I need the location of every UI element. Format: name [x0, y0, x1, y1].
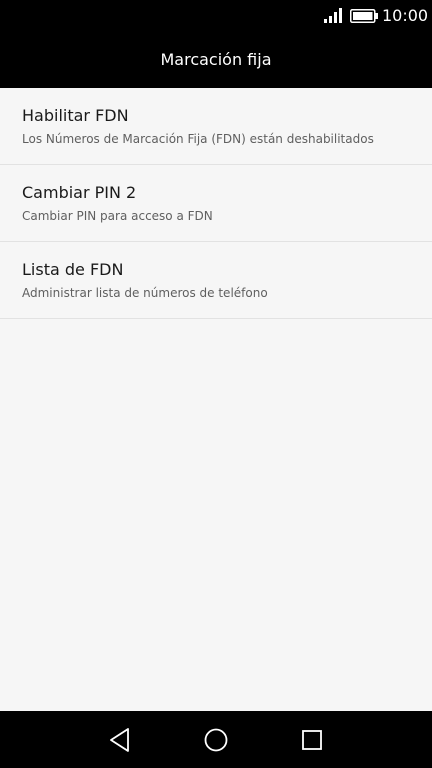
signal-bars-icon — [324, 8, 342, 23]
status-bar: 10:00 — [0, 0, 432, 32]
home-circle-icon[interactable] — [201, 725, 231, 755]
setting-fdn-list[interactable]: Lista de FDN Administrar lista de número… — [0, 242, 432, 319]
settings-list: Habilitar FDN Los Números de Marcación F… — [0, 88, 432, 319]
recents-square-icon[interactable] — [297, 725, 327, 755]
back-triangle-icon[interactable] — [105, 725, 135, 755]
setting-change-pin2[interactable]: Cambiar PIN 2 Cambiar PIN para acceso a … — [0, 165, 432, 242]
setting-enable-fdn[interactable]: Habilitar FDN Los Números de Marcación F… — [0, 88, 432, 165]
setting-subtitle: Administrar lista de números de teléfono — [22, 286, 268, 300]
page-title: Marcación fija — [160, 50, 272, 69]
setting-title: Habilitar FDN — [22, 106, 129, 125]
battery-full-icon — [350, 9, 378, 23]
screen: 10:00 Marcación fija Habilitar FDN Los N… — [0, 0, 432, 768]
setting-title: Cambiar PIN 2 — [22, 183, 137, 202]
navigation-bar — [0, 711, 432, 768]
setting-subtitle: Los Números de Marcación Fija (FDN) está… — [22, 132, 374, 146]
setting-subtitle: Cambiar PIN para acceso a FDN — [22, 209, 213, 223]
setting-title: Lista de FDN — [22, 260, 124, 279]
app-bar: Marcación fija — [0, 32, 432, 88]
status-time: 10:00 — [382, 6, 429, 25]
